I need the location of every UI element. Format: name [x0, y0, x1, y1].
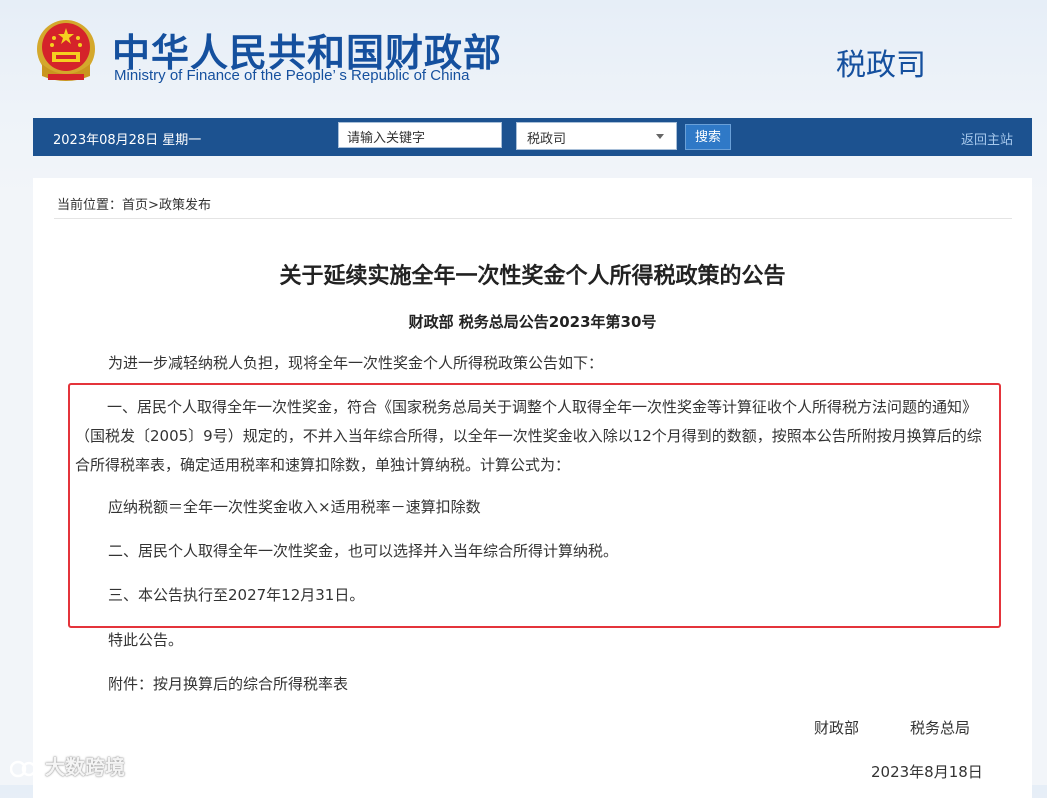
site-title-english: Ministry of Finance of the People’ s Rep… — [114, 67, 470, 84]
search-scope-value: 税政司 — [527, 132, 567, 147]
watermark: 大数跨境 — [10, 751, 125, 780]
watermark-text: 大数跨境 — [44, 755, 125, 779]
breadcrumb-home-link[interactable]: 首页 — [122, 198, 148, 213]
divider — [54, 218, 1012, 219]
policy-item-2: 二、居民个人取得全年一次性奖金，也可以选择并入当年综合所得计算纳税。 — [108, 542, 619, 560]
document-number: 财政部 税务总局公告2023年第30号 — [408, 313, 657, 331]
search-scope-select[interactable]: 税政司 — [516, 122, 677, 150]
article-panel: 当前位置：首页>政策发布 关于延续实施全年一次性奖金个人所得税政策的公告 财政部… — [33, 178, 1032, 798]
intro-paragraph: 为进一步减轻纳税人负担，现将全年一次性奖金个人所得税政策公告如下： — [108, 354, 604, 372]
watermark-logo-icon — [10, 760, 37, 777]
chevron-down-icon — [656, 134, 664, 139]
tax-formula: 应纳税额＝全年一次性奖金收入×适用税率－速算扣除数 — [108, 498, 481, 516]
policy-item-1: 一、居民个人取得全年一次性奖金，符合《国家税务总局关于调整个人取得全年一次性奖金… — [75, 398, 982, 474]
national-emblem-icon[interactable] — [34, 18, 98, 84]
attachment-link[interactable]: 附件：按月换算后的综合所得税率表 — [108, 670, 348, 699]
breadcrumb: 当前位置：首页>政策发布 — [57, 194, 211, 213]
breadcrumb-label: 当前位置： — [57, 198, 123, 213]
publication-date: 2023年8月18日 — [871, 763, 983, 781]
back-to-home-link[interactable]: 返回主站 — [961, 129, 1013, 148]
department-name: 税政司 — [836, 48, 926, 83]
closing-text: 特此公告。 — [108, 631, 184, 649]
policy-item-3: 三、本公告执行至2027年12月31日。 — [108, 586, 365, 604]
search-input[interactable]: 请输入关键字 — [338, 122, 502, 148]
signature-tax-administration: 税务总局 — [910, 719, 971, 737]
current-date: 2023年08月28日 星期一 — [53, 133, 202, 148]
breadcrumb-current-link[interactable]: 政策发布 — [159, 198, 211, 213]
breadcrumb-separator: > — [148, 198, 159, 213]
site-header: 中华人民共和国财政部 Ministry of Finance of the Pe… — [0, 0, 1047, 116]
search-button[interactable]: 搜索 — [685, 124, 731, 150]
article-title: 关于延续实施全年一次性奖金个人所得税政策的公告 — [279, 264, 786, 289]
signature-ministry-of-finance: 财政部 — [814, 719, 860, 737]
top-navbar: 2023年08月28日 星期一 请输入关键字 税政司 搜索 返回主站 — [33, 118, 1032, 156]
